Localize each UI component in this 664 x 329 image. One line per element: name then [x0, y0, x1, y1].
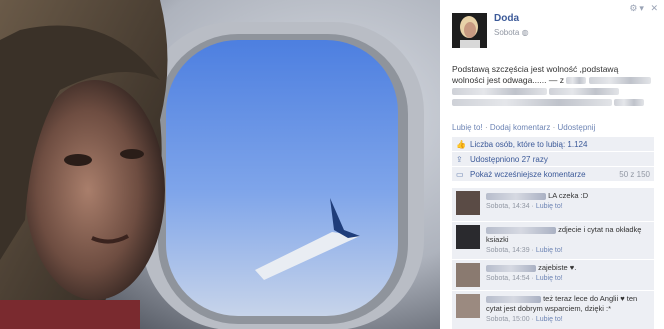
- post-caption: Podstawą szczęścia jest wolność ,podstaw…: [452, 64, 652, 108]
- owner-name[interactable]: Doda: [494, 13, 529, 25]
- share-link[interactable]: Udostępnij: [557, 123, 595, 132]
- like-link[interactable]: Lubię to!: [452, 123, 483, 132]
- shares-row[interactable]: ⇪ Udostępniono 27 razy: [452, 152, 654, 167]
- comment-like-link[interactable]: Lubię to!: [536, 275, 563, 282]
- comment-count: 50 z 150: [619, 169, 650, 179]
- more-comments-row[interactable]: ▭ Pokaż wcześniejsze komentarze 50 z 150: [452, 167, 654, 182]
- commenter-avatar[interactable]: [456, 294, 480, 318]
- comment-like-link[interactable]: Lubię to!: [536, 316, 563, 323]
- comment-like-link[interactable]: Lubię to!: [536, 203, 563, 210]
- commenter-name[interactable]: [486, 264, 536, 272]
- post-actions: Lubię to! · Dodaj komentarz · Udostępnij: [452, 123, 595, 132]
- feedback-box: 👍 Liczba osób, które to lubią: 1.124 ⇪ U…: [452, 137, 654, 182]
- airplane-window-photo: [0, 0, 440, 329]
- commenter-avatar[interactable]: [456, 263, 480, 287]
- comment-text: zajebiste ♥.: [538, 263, 577, 272]
- redacted-text: [614, 99, 645, 107]
- comment-link[interactable]: Dodaj komentarz: [490, 123, 550, 132]
- redacted-text: [452, 88, 547, 96]
- redacted-text: [549, 88, 620, 96]
- commenter-name[interactable]: [486, 226, 556, 234]
- gear-icon[interactable]: ⚙▾: [629, 3, 646, 13]
- comment-item: zdjecie i cytat na okładkę ksiazki Sobot…: [452, 222, 654, 259]
- post-date-text[interactable]: Sobota: [494, 28, 519, 37]
- redacted-text: [566, 77, 587, 85]
- comment-time[interactable]: Sobota, 14:34: [486, 203, 530, 210]
- commenter-avatar[interactable]: [456, 191, 480, 215]
- post-owner: Doda Sobota ◍: [452, 13, 529, 48]
- comment-time[interactable]: Sobota, 14:54: [486, 275, 530, 282]
- commenter-name[interactable]: [486, 295, 541, 303]
- comment-item: też teraz lece do Anglii ♥ ten cytat jes…: [452, 291, 654, 329]
- close-icon[interactable]: ✕: [650, 3, 660, 13]
- comment-time[interactable]: Sobota, 15:00: [486, 316, 530, 323]
- thumbs-up-icon: 👍: [456, 139, 466, 149]
- comment-like-link[interactable]: Lubię to!: [536, 247, 563, 254]
- separator: ·: [552, 123, 556, 132]
- comment-item: LA czeka :D Sobota, 14:34 · Lubię to!: [452, 188, 654, 221]
- post-sidebar: ⚙▾ ✕ Doda Sobota ◍ Podstawą szczęścia je…: [440, 0, 664, 329]
- share-icon: ⇪: [456, 154, 463, 164]
- comment-text: LA czeka :D: [548, 191, 589, 200]
- redacted-text: [588, 77, 651, 85]
- likes-count[interactable]: Liczba osób, które to lubią: 1.124: [470, 140, 587, 149]
- post-date[interactable]: Sobota ◍: [494, 27, 529, 39]
- comment-bubble-icon: ▭: [456, 169, 464, 179]
- likes-row[interactable]: 👍 Liczba osób, które to lubią: 1.124: [452, 137, 654, 152]
- separator: ·: [484, 123, 488, 132]
- more-comments-link[interactable]: Pokaż wcześniejsze komentarze: [470, 170, 586, 179]
- photo-viewer[interactable]: [0, 0, 440, 329]
- redacted-text: [452, 99, 612, 107]
- commenter-avatar[interactable]: [456, 225, 480, 249]
- comment-time[interactable]: Sobota, 14:39: [486, 247, 530, 254]
- comment-item: zajebiste ♥. Sobota, 14:54 · Lubię to!: [452, 260, 654, 290]
- shares-count[interactable]: Udostępniono 27 razy: [470, 155, 548, 164]
- owner-avatar[interactable]: [452, 13, 487, 48]
- globe-icon: ◍: [521, 28, 529, 37]
- commenter-name[interactable]: [486, 192, 546, 200]
- top-controls: ⚙▾ ✕: [629, 3, 660, 14]
